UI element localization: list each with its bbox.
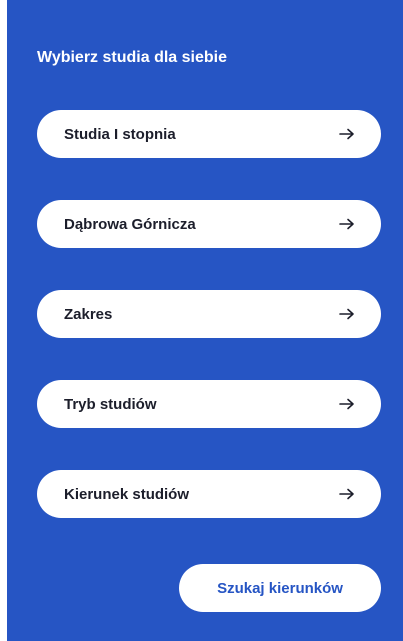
arrow-right-icon: [339, 218, 354, 230]
panel-title: Wybierz studia dla siebie: [37, 49, 227, 66]
filter-field-of-study-button[interactable]: Kierunek studiów: [37, 470, 381, 518]
filter-study-mode-label: Tryb studiów: [64, 395, 157, 413]
filter-degree-level-label: Studia I stopnia: [64, 125, 176, 143]
arrow-right-icon: [339, 308, 354, 320]
arrow-right-icon: [339, 128, 354, 140]
filter-field-of-study-label: Kierunek studiów: [64, 485, 190, 503]
filter-scope-label: Zakres: [64, 305, 113, 323]
arrow-right-icon: [339, 488, 354, 500]
filter-study-mode-button[interactable]: Tryb studiów: [37, 380, 381, 428]
filter-location-label: Dąbrowa Górnicza: [64, 215, 196, 233]
search-programs-button[interactable]: Szukaj kierunków: [179, 564, 381, 612]
filter-scope-button[interactable]: Zakres: [37, 290, 381, 338]
filter-degree-level-button[interactable]: Studia I stopnia: [37, 110, 381, 158]
study-finder-panel: Wybierz studia dla siebie Studia I stopn…: [7, 0, 403, 641]
arrow-right-icon: [339, 398, 354, 410]
filter-location-button[interactable]: Dąbrowa Górnicza: [37, 200, 381, 248]
